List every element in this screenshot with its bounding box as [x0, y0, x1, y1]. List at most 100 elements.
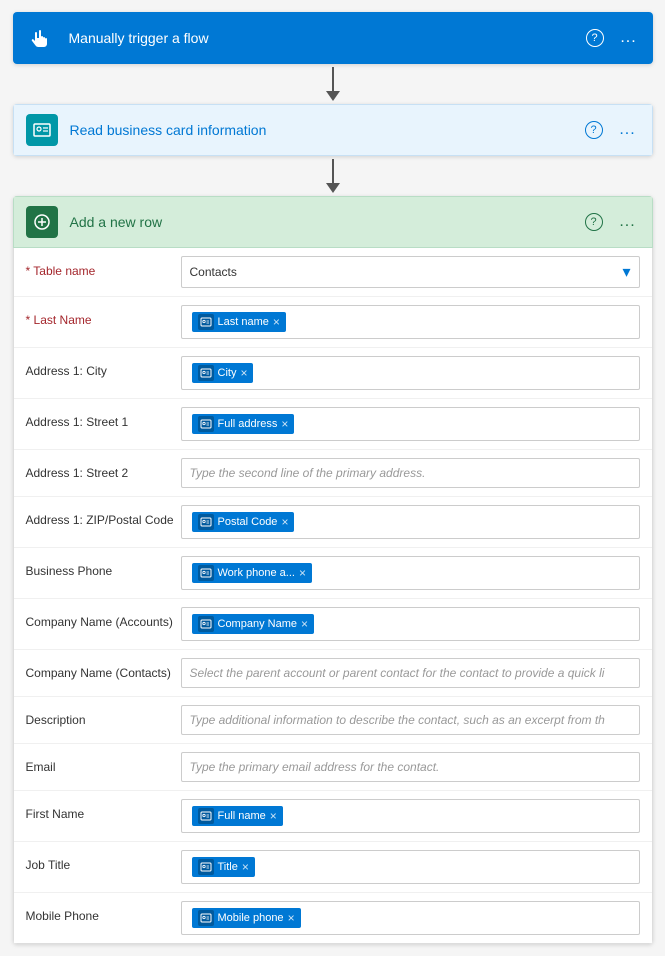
token-text-business-phone: Work phone a...	[218, 567, 295, 579]
token-close-last-name[interactable]: ×	[273, 316, 280, 328]
business-card-help-button[interactable]: ?	[582, 118, 606, 142]
token-company-accounts: Company Name ×	[192, 614, 315, 634]
trigger-more-button[interactable]: ...	[617, 26, 641, 50]
field-input-zip[interactable]: Postal Code ×	[181, 505, 640, 539]
field-label-company-accounts: Company Name (Accounts)	[26, 607, 181, 631]
token-icon-business-phone	[198, 565, 214, 581]
token-text-street1: Full address	[218, 418, 278, 430]
step-trigger-actions: ? ...	[583, 26, 641, 50]
arrow-head-2	[326, 183, 340, 193]
field-row-last-name: Last Name Last name ×	[14, 297, 652, 348]
scan-icon	[32, 120, 52, 140]
step-add-row: Add a new row ? ... Table name Contacts …	[13, 196, 653, 944]
field-input-job-title[interactable]: Title ×	[181, 850, 640, 884]
field-row-description: Description Type additional information …	[14, 697, 652, 744]
field-row-business-phone: Business Phone Work phone a... ×	[14, 548, 652, 599]
field-input-mobile-phone[interactable]: Mobile phone ×	[181, 901, 640, 935]
token-icon-job-title	[198, 859, 214, 875]
field-label-street2: Address 1: Street 2	[26, 458, 181, 482]
token-icon-company-accounts	[198, 616, 214, 632]
field-label-company-contacts: Company Name (Contacts)	[26, 658, 181, 682]
token-close-mobile-phone[interactable]: ×	[288, 912, 295, 924]
token-icon-street1	[198, 416, 214, 432]
field-input-last-name[interactable]: Last name ×	[181, 305, 640, 339]
field-label-city: Address 1: City	[26, 356, 181, 380]
token-close-street1[interactable]: ×	[281, 418, 288, 430]
field-label-mobile-phone: Mobile Phone	[26, 901, 181, 925]
field-row-first-name: First Name Full name ×	[14, 791, 652, 842]
placeholder-description: Type additional information to describe …	[190, 713, 605, 727]
hand-icon	[31, 28, 51, 48]
field-row-street1: Address 1: Street 1 Full address ×	[14, 399, 652, 450]
token-close-city[interactable]: ×	[240, 367, 247, 379]
field-input-street2[interactable]: Type the second line of the primary addr…	[181, 458, 640, 488]
field-row-zip: Address 1: ZIP/Postal Code Postal Code ×	[14, 497, 652, 548]
token-text-last-name: Last name	[218, 316, 269, 328]
token-text-mobile-phone: Mobile phone	[218, 912, 284, 924]
token-icon-first-name	[198, 808, 214, 824]
token-mobile-phone: Mobile phone ×	[192, 908, 301, 928]
field-label-zip: Address 1: ZIP/Postal Code	[26, 505, 181, 529]
field-input-email[interactable]: Type the primary email address for the c…	[181, 752, 640, 782]
token-close-business-phone[interactable]: ×	[299, 567, 306, 579]
field-label-table-name: Table name	[26, 256, 181, 280]
field-row-email: Email Type the primary email address for…	[14, 744, 652, 791]
token-text-city: City	[218, 367, 237, 379]
token-street1: Full address ×	[192, 414, 295, 434]
field-input-first-name[interactable]: Full name ×	[181, 799, 640, 833]
step-trigger-header: Manually trigger a flow ? ...	[13, 12, 653, 64]
field-label-last-name: Last Name	[26, 305, 181, 329]
business-card-more-button[interactable]: ...	[616, 118, 640, 142]
field-input-company-contacts[interactable]: Select the parent account or parent cont…	[181, 658, 640, 688]
field-row-table-name: Table name Contacts ▾	[14, 248, 652, 297]
placeholder-email: Type the primary email address for the c…	[190, 760, 440, 774]
token-job-title: Title ×	[192, 857, 255, 877]
token-close-company-accounts[interactable]: ×	[301, 618, 308, 630]
token-close-first-name[interactable]: ×	[270, 810, 277, 822]
trigger-help-button[interactable]: ?	[583, 26, 607, 50]
token-close-zip[interactable]: ×	[281, 516, 288, 528]
token-first-name: Full name ×	[192, 806, 283, 826]
token-icon-zip	[198, 514, 214, 530]
arrow-line-1	[332, 67, 334, 91]
add-row-more-button[interactable]: ...	[616, 210, 640, 234]
token-text-company-accounts: Company Name	[218, 618, 297, 630]
token-last-name: Last name ×	[192, 312, 286, 332]
field-input-business-phone[interactable]: Work phone a... ×	[181, 556, 640, 590]
field-dropdown-table-name[interactable]: Contacts ▾	[181, 256, 640, 288]
step-business-card: Read business card information ? ...	[13, 104, 653, 156]
add-row-help-button[interactable]: ?	[582, 210, 606, 234]
field-row-company-accounts: Company Name (Accounts) Company Name ×	[14, 599, 652, 650]
flow-container: Manually trigger a flow ? ...	[0, 0, 665, 956]
field-row-job-title: Job Title Title ×	[14, 842, 652, 893]
token-text-first-name: Full name	[218, 810, 266, 822]
field-row-mobile-phone: Mobile Phone Mobile phone ×	[14, 893, 652, 943]
field-input-street1[interactable]: Full address ×	[181, 407, 640, 441]
token-business-phone: Work phone a... ×	[192, 563, 312, 583]
field-input-company-accounts[interactable]: Company Name ×	[181, 607, 640, 641]
token-close-job-title[interactable]: ×	[242, 861, 249, 873]
trigger-icon	[25, 22, 57, 54]
placeholder-street2: Type the second line of the primary addr…	[190, 466, 426, 480]
field-label-job-title: Job Title	[26, 850, 181, 874]
step-business-card-header: Read business card information ? ...	[13, 104, 653, 156]
arrow-head-1	[326, 91, 340, 101]
arrow-1	[326, 64, 340, 104]
field-input-city[interactable]: City ×	[181, 356, 640, 390]
field-row-street2: Address 1: Street 2 Type the second line…	[14, 450, 652, 497]
step-trigger: Manually trigger a flow ? ...	[13, 12, 653, 64]
business-card-icon	[26, 114, 58, 146]
token-text-zip: Postal Code	[218, 516, 278, 528]
field-input-description[interactable]: Type additional information to describe …	[181, 705, 640, 735]
field-row-company-contacts: Company Name (Contacts) Select the paren…	[14, 650, 652, 697]
token-zip: Postal Code ×	[192, 512, 295, 532]
field-label-first-name: First Name	[26, 799, 181, 823]
token-icon-last-name	[198, 314, 214, 330]
token-icon-city	[198, 365, 214, 381]
step-business-card-actions: ? ...	[582, 118, 640, 142]
step-add-row-actions: ? ...	[582, 210, 640, 234]
field-label-email: Email	[26, 752, 181, 776]
step-business-card-title: Read business card information	[70, 122, 570, 138]
step-trigger-title: Manually trigger a flow	[69, 30, 571, 46]
step-add-row-title: Add a new row	[70, 214, 570, 230]
